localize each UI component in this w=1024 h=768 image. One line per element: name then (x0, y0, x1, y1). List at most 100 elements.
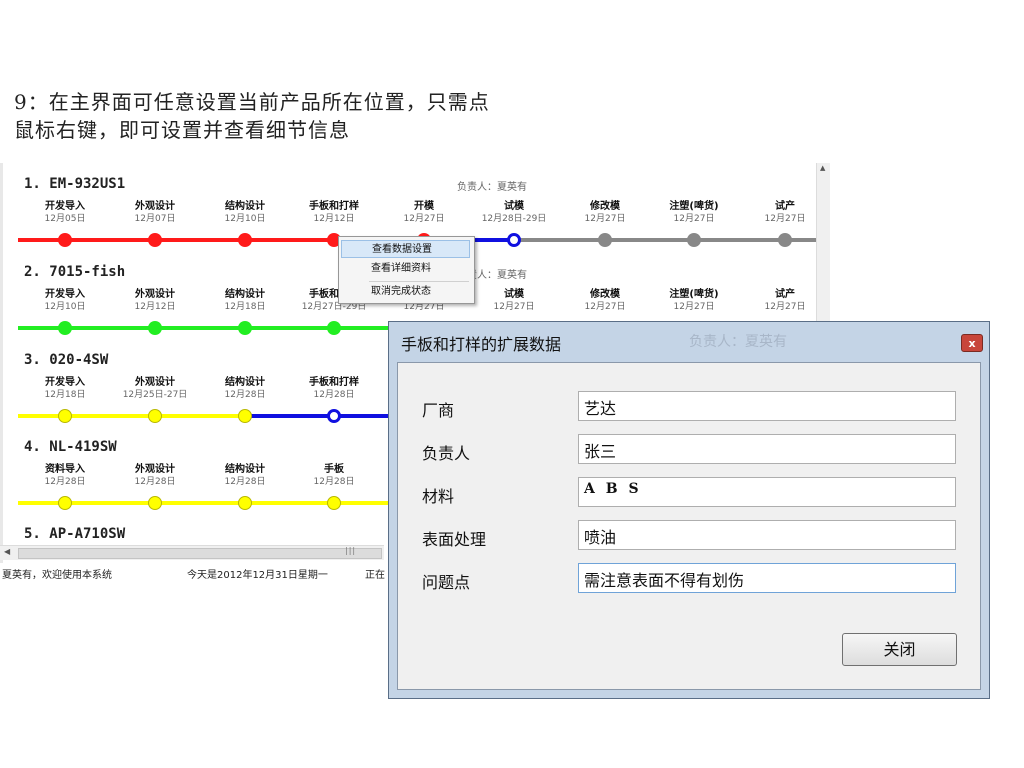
stage-date: 12月27日 (584, 302, 626, 312)
caption-line-1: 9：在主界面可任意设置当前产品所在位置，只需点 (14, 90, 490, 114)
instruction-caption: 9：在主界面可任意设置当前产品所在位置，只需点 鼠标右键，即可设置并查看细节信息 (14, 88, 490, 144)
menu-item-cancel-complete[interactable]: 取消完成状态 (341, 283, 470, 301)
stage-label: 结构设计 12月10日 (200, 201, 290, 225)
stage-label: 修改模 12月27日 (560, 201, 650, 225)
surface-treatment-field[interactable]: 喷油 (578, 520, 956, 550)
timeline-segment (514, 238, 605, 242)
timeline-segment (245, 501, 334, 505)
stage-label: 结构设计 12月28日 (200, 377, 290, 401)
stage-date: 12月27日 (673, 302, 715, 312)
stage-label: 开发导入 12月05日 (20, 201, 110, 225)
scroll-grip-icon: ||| (345, 546, 357, 555)
stage-marker[interactable] (238, 409, 252, 423)
dialog-title: 手板和打样的扩展数据 (401, 335, 562, 354)
stage-date: 12月28日-29日 (481, 214, 547, 224)
stage-date: 12月10日 (224, 214, 266, 224)
stage-name: 开发导入 (45, 377, 85, 388)
timeline-segment (155, 238, 245, 242)
stage-name: 试模 (504, 289, 524, 300)
stage-label: 注塑(啤货) 12月27日 (649, 201, 739, 225)
horizontal-scroll-thumb[interactable] (18, 548, 382, 559)
stage-marker[interactable] (778, 233, 792, 247)
caption-line-2: 鼠标右键，即可设置并查看细节信息 (14, 118, 350, 142)
stage-label: 外观设计 12月28日 (110, 464, 200, 488)
stage-name: 资料导入 (45, 464, 85, 475)
stage-marker[interactable] (238, 321, 252, 335)
stage-label: 外观设计 12月25日-27日 (110, 377, 200, 401)
stage-date: 12月28日 (134, 477, 176, 487)
stage-marker[interactable] (58, 233, 72, 247)
stage-name: 结构设计 (225, 289, 265, 300)
timeline-segment (155, 414, 245, 418)
stage-label: 开模 12月27日 (379, 201, 469, 225)
scroll-left-icon[interactable]: ◀ (4, 547, 10, 556)
stage-name: 手板 (324, 464, 344, 475)
issues-field[interactable]: 需注意表面不得有划伤 (578, 563, 956, 593)
stage-marker[interactable] (58, 409, 72, 423)
stage-date: 12月28日 (313, 390, 355, 400)
stage-label: 结构设计 12月18日 (200, 289, 290, 313)
stage-date: 12月18日 (224, 302, 266, 312)
stage-name: 结构设计 (225, 464, 265, 475)
stage-label: 修改模 12月27日 (560, 289, 650, 313)
stage-marker[interactable] (58, 321, 72, 335)
stage-marker[interactable] (327, 496, 341, 510)
stage-name: 结构设计 (225, 201, 265, 212)
stage-date: 12月25日-27日 (122, 390, 188, 400)
menu-item-view-data-settings[interactable]: 查看数据设置 (341, 240, 470, 258)
stage-marker[interactable] (238, 233, 252, 247)
product-owner: 负责人：夏英有 (457, 182, 527, 193)
close-button[interactable]: 关闭 (842, 633, 957, 666)
stage-marker[interactable] (238, 496, 252, 510)
product-title: 3. 020-4SW (24, 352, 109, 368)
stage-date: 12月28日 (224, 477, 266, 487)
timeline-segment (694, 238, 785, 242)
timeline-segment (65, 501, 155, 505)
timeline-segment (245, 326, 334, 330)
timeline-segment (245, 414, 334, 418)
stage-marker[interactable] (148, 233, 162, 247)
vendor-field[interactable]: 艺达 (578, 391, 956, 421)
current-stage-marker[interactable] (507, 233, 521, 247)
stage-marker[interactable] (148, 496, 162, 510)
label-material: 材料 (422, 487, 455, 506)
horizontal-scrollbar[interactable]: ◀ ||| (0, 545, 384, 560)
stage-marker[interactable] (598, 233, 612, 247)
stage-marker[interactable] (148, 409, 162, 423)
product-title: 2. 7015-fish (24, 264, 126, 280)
stage-date: 12月12日 (134, 302, 176, 312)
timeline-segment (65, 414, 155, 418)
stage-name: 开发导入 (45, 201, 85, 212)
context-menu: 查看数据设置 查看详细资料 取消完成状态 (338, 236, 475, 304)
menu-item-view-details[interactable]: 查看详细资料 (341, 260, 470, 278)
stage-name: 注塑(啤货) (669, 289, 719, 300)
stage-date: 12月12日 (313, 214, 355, 224)
stage-name: 开模 (414, 201, 434, 212)
dialog-body: 厂商 艺达 负责人 张三 材料 A B S 表面处理 喷油 问题点 需注意表面不… (397, 362, 981, 690)
current-stage-marker[interactable] (327, 409, 341, 423)
stage-label: 外观设计 12月07日 (110, 201, 200, 225)
stage-marker[interactable] (148, 321, 162, 335)
timeline-segment (65, 238, 155, 242)
status-date: 今天是2012年12月31日星期一 (187, 570, 328, 581)
stage-date: 12月28日 (224, 390, 266, 400)
dialog-close-icon[interactable]: x (961, 334, 983, 352)
stage-label: 外观设计 12月12日 (110, 289, 200, 313)
stage-date: 12月27日 (584, 214, 626, 224)
owner-field[interactable]: 张三 (578, 434, 956, 464)
stage-label: 手板和打样 12月12日 (289, 201, 379, 225)
product-title: 5. AP-A710SW (24, 526, 126, 542)
scroll-up-icon[interactable]: ▲ (820, 164, 825, 172)
timeline-segment (65, 326, 155, 330)
label-surface-treatment: 表面处理 (422, 530, 487, 549)
material-field[interactable]: A B S (578, 477, 956, 507)
stage-label: 试模 12月28日-29日 (469, 201, 559, 225)
stage-marker[interactable] (327, 321, 341, 335)
stage-marker[interactable] (687, 233, 701, 247)
stage-name: 修改模 (590, 289, 620, 300)
stage-label: 开发导入 12月18日 (20, 377, 110, 401)
stage-name: 修改模 (590, 201, 620, 212)
stage-name: 手板和打样 (309, 377, 359, 388)
stage-marker[interactable] (58, 496, 72, 510)
stage-label: 开发导入 12月10日 (20, 289, 110, 313)
